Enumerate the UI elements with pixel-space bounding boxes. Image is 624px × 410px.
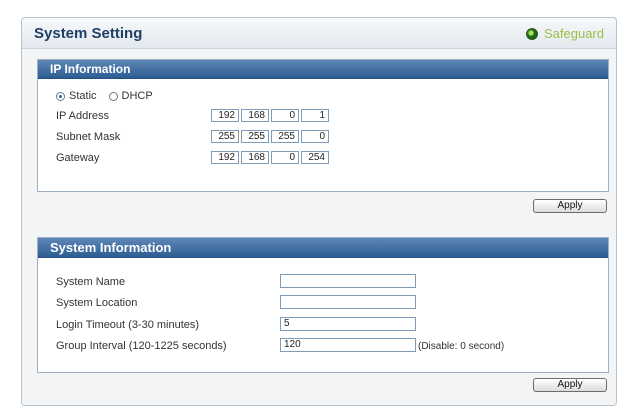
ip-mode-radio-group: Static DHCP xyxy=(56,90,161,102)
gateway-field: 192 168 0 254 xyxy=(211,151,329,164)
ip-apply-button[interactable]: Apply xyxy=(533,199,607,213)
gateway-octet-2[interactable]: 168 xyxy=(241,151,269,164)
login-timeout-label: Login Timeout (3-30 minutes) xyxy=(56,319,200,331)
panel-header: System Setting Safeguard xyxy=(22,18,616,49)
group-interval-hint: (Disable: 0 second) xyxy=(418,341,505,352)
gateway-octet-1[interactable]: 192 xyxy=(211,151,239,164)
system-name-input[interactable] xyxy=(280,274,416,288)
system-information-header: System Information xyxy=(38,238,608,258)
system-information-title: System Information xyxy=(50,240,172,255)
ip-information-title: IP Information xyxy=(50,62,131,76)
system-information-section: System Information System Name System Lo… xyxy=(37,237,609,373)
login-timeout-input[interactable]: 5 xyxy=(280,317,416,331)
subnet-mask-octet-1[interactable]: 255 xyxy=(211,130,239,143)
ip-information-header: IP Information xyxy=(38,60,608,79)
ip-address-octet-4[interactable]: 1 xyxy=(301,109,329,122)
subnet-mask-octet-4[interactable]: 0 xyxy=(301,130,329,143)
system-apply-button[interactable]: Apply xyxy=(533,378,607,392)
static-radio-label: Static xyxy=(69,90,97,102)
gateway-octet-4[interactable]: 254 xyxy=(301,151,329,164)
system-name-label: System Name xyxy=(56,276,126,288)
dhcp-radio-label: DHCP xyxy=(121,90,153,102)
ip-address-octet-3[interactable]: 0 xyxy=(271,109,299,122)
ip-address-field: 192 168 0 1 xyxy=(211,109,329,122)
system-location-label: System Location xyxy=(56,297,138,309)
ip-address-octet-2[interactable]: 168 xyxy=(241,109,269,122)
subnet-mask-octet-2[interactable]: 255 xyxy=(241,130,269,143)
ip-information-section: IP Information Static DHCP IP Address 19… xyxy=(37,59,609,192)
gateway-octet-3[interactable]: 0 xyxy=(271,151,299,164)
safeguard-indicator: Safeguard xyxy=(526,26,604,41)
gateway-label: Gateway xyxy=(56,152,100,164)
subnet-mask-octet-3[interactable]: 255 xyxy=(271,130,299,143)
safeguard-status-icon xyxy=(526,27,538,40)
subnet-mask-label: Subnet Mask xyxy=(56,131,121,143)
group-interval-label: Group Interval (120-1225 seconds) xyxy=(56,340,227,352)
static-radio[interactable] xyxy=(56,91,65,101)
ip-address-label: IP Address xyxy=(56,110,109,122)
group-interval-input[interactable]: 120 xyxy=(280,338,416,352)
page-title: System Setting xyxy=(34,25,143,42)
subnet-mask-field: 255 255 255 0 xyxy=(211,130,329,143)
dhcp-radio[interactable] xyxy=(108,91,118,101)
system-location-input[interactable] xyxy=(280,295,416,309)
safeguard-label: Safeguard xyxy=(544,26,604,41)
ip-address-octet-1[interactable]: 192 xyxy=(211,109,239,122)
